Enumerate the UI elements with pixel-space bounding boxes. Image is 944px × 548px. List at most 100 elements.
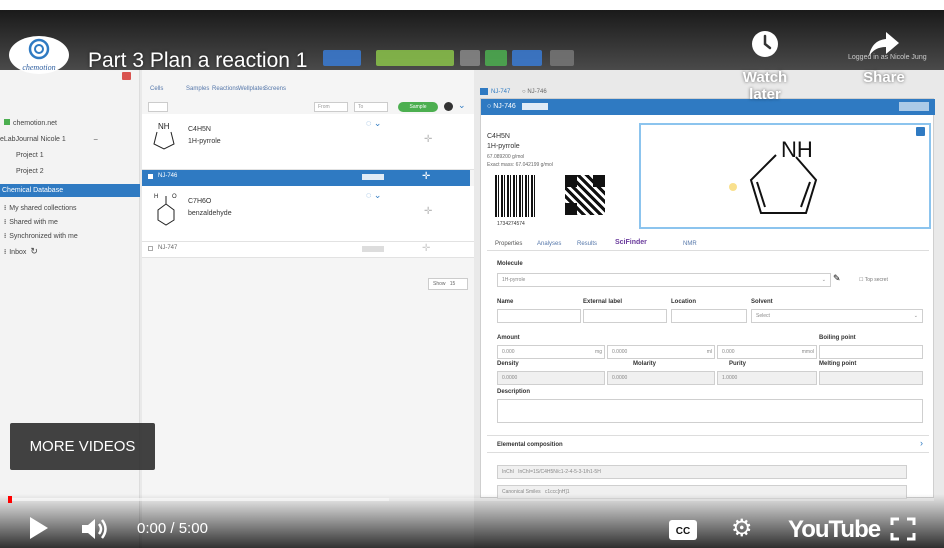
share-button[interactable]: Share — [844, 30, 924, 86]
molarity-field: 0.0000 — [607, 371, 715, 385]
inchi-field: InChI InChI=1S/C4H5N/c1-2-4-5-3-1/h1-5H — [497, 465, 907, 479]
description-label: Description — [497, 389, 531, 395]
sidebar-item: Project 1 — [16, 152, 44, 159]
toolbar-button — [460, 50, 480, 66]
density-label: Density — [497, 361, 519, 367]
video-player[interactable]: Logged in as Nicole Jung chemotion.net e… — [0, 10, 944, 548]
share-icon — [869, 32, 899, 56]
settings-button[interactable]: ⚙ — [731, 517, 753, 541]
list-tabs: Cells Samples Reactions Wellplates Scree… — [150, 86, 287, 92]
melting-point-field — [819, 371, 923, 385]
video-title[interactable]: Part 3 Plan a reaction 1 — [88, 49, 307, 73]
to-date: To — [354, 102, 388, 112]
pyrrole-structure-image: NH — [729, 137, 818, 214]
item-formula: C4H5N — [188, 126, 211, 133]
item-name: benzaldehyde — [188, 210, 232, 217]
sidebar-item: eLabJournal Nicole 1– — [0, 136, 98, 143]
purity-label: Purity — [729, 361, 747, 367]
play-icon — [30, 517, 48, 539]
elemental-composition: Elemental composition › — [487, 435, 929, 453]
list-item: NH C4H5N 1H-pyrrole ◌ ⌄ ✛ — [142, 114, 474, 170]
sidebar-item-active: Chemical Database — [0, 184, 140, 197]
svg-text:chemotion: chemotion — [22, 63, 55, 72]
solvent-label: Solvent — [751, 299, 773, 305]
benzaldehyde-structure-icon: H O — [154, 194, 177, 226]
progress-bar[interactable] — [8, 496, 934, 503]
play-button[interactable] — [28, 515, 50, 546]
amount-label: Amount — [497, 335, 520, 341]
melting-point-label: Melting point — [819, 361, 857, 367]
volume-button[interactable] — [80, 516, 114, 547]
molecule-label: Molecule — [497, 261, 523, 267]
solvent-select: Select ⌄ — [751, 309, 923, 323]
qr-code-icon — [565, 175, 605, 215]
svg-text:CC: CC — [676, 526, 690, 537]
svg-text:H: H — [154, 194, 158, 200]
toolbar-button — [550, 50, 574, 66]
svg-text:O: O — [172, 194, 177, 200]
more-videos-button[interactable]: MORE VIDEOS — [10, 423, 155, 470]
gear-icon: ⚙ — [731, 515, 753, 542]
drag-icon: ✛ — [424, 134, 433, 145]
youtube-logo[interactable]: YouTube — [788, 516, 881, 544]
fullscreen-icon — [890, 517, 916, 541]
drag-icon: ✛ — [424, 206, 433, 217]
sample-toggle: Sample — [398, 102, 438, 112]
top-secret-checkbox: ☐ Top secret — [859, 277, 888, 283]
collapse-icon: ⌄ — [458, 100, 466, 110]
watch-later-button[interactable]: Watch later — [725, 30, 805, 103]
toolbar-button — [512, 50, 542, 66]
amount-ml: 0.0000 ml — [607, 345, 715, 359]
select-all-checkbox — [148, 102, 168, 112]
drag-icon: ✛ — [422, 171, 431, 182]
location-label: Location — [671, 299, 696, 305]
list-toolbar: From To Sample ⌄ — [142, 100, 474, 114]
progress-handle[interactable] — [8, 496, 12, 503]
toolbar-button — [485, 50, 507, 66]
sidebar-item: ⁝ My shared collections — [4, 205, 77, 212]
amount-mmol: 0.000 mmol — [717, 345, 817, 359]
name-label: Name — [497, 299, 514, 305]
sidebar: chemotion.net eLabJournal Nicole 1– Proj… — [0, 70, 140, 548]
detail-tabs: Properties Analyses Results SciFinder NM… — [487, 237, 929, 251]
sidebar-item: ⁝ Shared with me — [4, 219, 58, 226]
list-item-code-row: NJ-747 ✛ — [142, 242, 474, 258]
barcode-icon — [495, 175, 537, 217]
item-name: 1H-pyrrole — [188, 138, 221, 145]
sidebar-item: ⁝ Synchronized with me — [4, 233, 78, 240]
molarity-label: Molarity — [633, 361, 657, 367]
sidebar-item: Project 2 — [16, 168, 44, 175]
amount-mg: 0.000 mg — [497, 345, 605, 359]
detail-header: ○ NJ-746 — [481, 99, 935, 115]
purity-field: 1.0000 — [717, 371, 817, 385]
dropdown-icon: ◌ ⌄ — [366, 118, 382, 128]
list-item-selected: NJ-746 ✛ — [142, 170, 470, 186]
edit-structure-icon — [916, 127, 925, 136]
detail-mol-weight: 67.089200 g/mol — [487, 154, 525, 160]
sidebar-item: chemotion.net — [4, 118, 57, 130]
toolbar-button — [376, 50, 454, 66]
external-label-label: External label — [583, 299, 623, 305]
name-field — [497, 309, 581, 323]
molecule-select: 1H-pyrrole ⌄ — [497, 273, 831, 287]
boiling-point-label: Boiling point — [819, 335, 856, 341]
detail-formula: C4H5N — [487, 133, 510, 140]
svg-text:NH: NH — [158, 122, 170, 131]
element-list: Cells Samples Reactions Wellplates Scree… — [142, 70, 474, 548]
external-label-field — [583, 309, 667, 323]
sidebar-item: ⁝ Inbox ↻ — [4, 246, 38, 256]
filter-icon — [444, 102, 453, 111]
structure-viewer: NH — [639, 123, 931, 229]
detail-panel: ○ NJ-746 C4H5N 1H-pyrrole 67.089200 g/mo… — [480, 98, 935, 499]
captions-button[interactable]: CC — [669, 520, 697, 545]
boiling-point-field — [819, 345, 923, 359]
app-screen: chemotion.net eLabJournal Nicole 1– Proj… — [0, 70, 944, 548]
density-field: 0.0000 — [497, 371, 605, 385]
from-date: From — [314, 102, 348, 112]
chemotion-logo-icon: chemotion — [22, 38, 56, 72]
closed-captions-icon: CC — [669, 520, 697, 540]
channel-logo[interactable]: chemotion — [9, 36, 69, 74]
detail-name: 1H-pyrrole — [487, 143, 520, 150]
description-field — [497, 399, 923, 423]
fullscreen-button[interactable] — [890, 517, 916, 546]
